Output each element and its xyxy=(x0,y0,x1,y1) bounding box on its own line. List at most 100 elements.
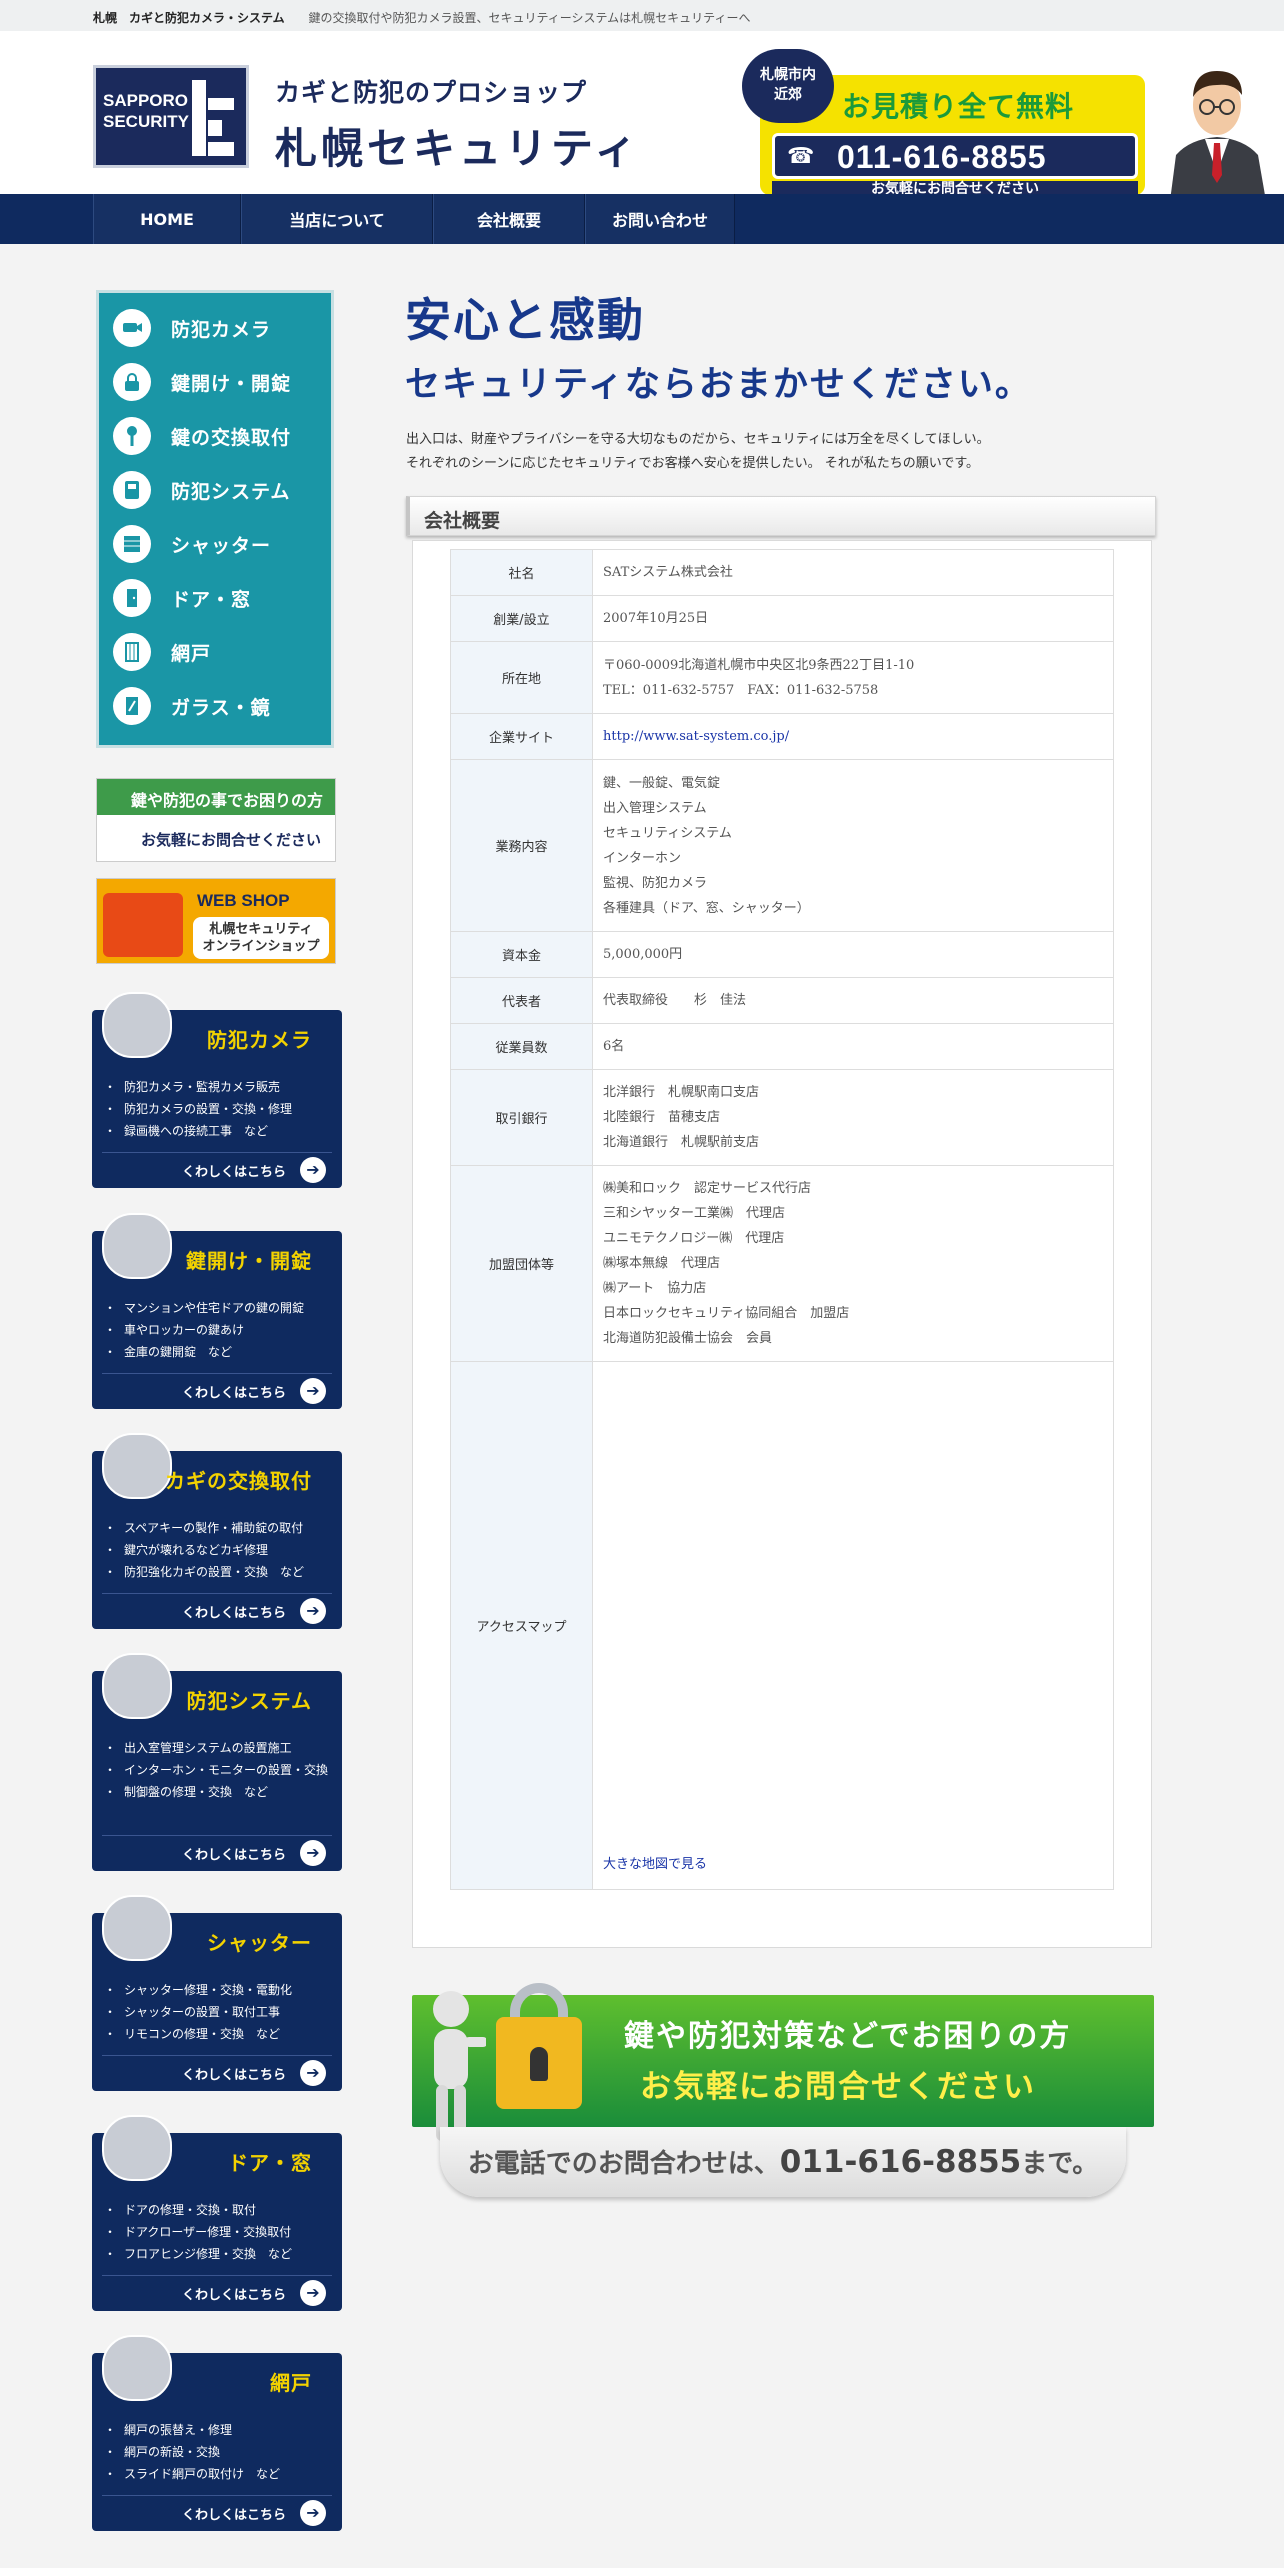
sidebar-item-unlock[interactable]: 鍵開け・開錠 xyxy=(99,355,331,409)
sidebar-item-shutter[interactable]: シャッター xyxy=(99,517,331,571)
list-item: 制御盤の修理・交換 など xyxy=(104,1781,332,1803)
keyhole-icon xyxy=(530,2047,548,2081)
sidebar-item-glass-mirror[interactable]: ガラス・鏡 xyxy=(99,679,331,733)
logo-mark xyxy=(192,80,234,156)
trouble-banner-title: 鍵や防犯の事でお困りの方 xyxy=(97,779,335,815)
contact-banner-line1: 鍵や防犯対策などでお困りの方 xyxy=(624,2019,1072,2054)
nav-home[interactable]: HOME xyxy=(93,194,241,244)
contact-banner[interactable]: 鍵や防犯対策などでお困りの方 お気軽にお問合せください お電話でのお問合わせは、… xyxy=(412,1983,1154,2210)
list-item: 鍵穴が壊れるなどカギ修理 xyxy=(104,1539,332,1561)
service-more-link[interactable]: くわしくはこちら ➔ xyxy=(102,1373,332,1404)
table-row: 所在地 〒060-0009北海道札幌市中央区北9条西22丁目1-10 TEL：0… xyxy=(450,641,1114,714)
shutter-icon xyxy=(113,525,151,563)
logo-text: SAPPORO SECURITY xyxy=(103,91,189,131)
header-phone-number: 011-616-8855 xyxy=(837,139,1047,175)
contact-phone-number: 011-616-8855 xyxy=(779,2144,1022,2180)
arrow-right-icon: ➔ xyxy=(300,2060,326,2086)
access-map[interactable]: 大きな地図で見る xyxy=(592,1361,1114,1890)
site-header: SAPPORO SECURITY カギと防犯のプロショップ 札幌セキュリティ 札… xyxy=(0,31,1284,201)
service-more-link[interactable]: くわしくはこちら ➔ xyxy=(102,1835,332,1866)
list-item: シャッターの設置・取付工事 xyxy=(104,2001,332,2023)
service-card-screen: 網戸 網戸の張替え・修理 網戸の新設・交換 スライド網戸の取付け など くわしく… xyxy=(92,2335,342,2531)
table-row: 企業サイト http://www.sat-system.co.jp/ xyxy=(450,713,1114,760)
phone-contact-bar[interactable]: お電話でのお問合わせは、011-616-8855まで。 xyxy=(440,2127,1126,2197)
table-row: 従業員数 6名 xyxy=(450,1023,1114,1070)
list-item: 金庫の鍵開錠 など xyxy=(104,1341,332,1363)
webshop-subtitle: 札幌セキュリティ オンラインショップ xyxy=(193,917,329,959)
service-more-link[interactable]: くわしくはこちら ➔ xyxy=(102,2495,332,2526)
company-table: 社名 SATシステム株式会社 創業/設立 2007年10月25日 所在地 〒06… xyxy=(450,549,1114,1890)
service-card-unlock: 鍵開け・開錠 マンションや住宅ドアの鍵の開錠 車やロッカーの鍵あけ 金庫の鍵開錠… xyxy=(92,1213,342,1409)
sidebar-item-camera[interactable]: 防犯カメラ xyxy=(99,301,331,355)
list-item: 網戸の張替え・修理 xyxy=(104,2419,332,2441)
list-item: シャッター修理・交換・電動化 xyxy=(104,1979,332,2001)
top-bar: 札幌 カギと防犯カメラ・システム 鍵の交換取付や防犯カメラ設置、セキュリティーシ… xyxy=(0,0,1284,31)
arrow-right-icon: ➔ xyxy=(300,1598,326,1624)
service-more-link[interactable]: くわしくはこちら ➔ xyxy=(102,2055,332,2086)
page-heading: 安心と感動 xyxy=(405,293,645,347)
company-site-link[interactable]: http://www.sat-system.co.jp/ xyxy=(603,729,789,744)
table-row: 加盟団体等 ㈱美和ロック 認定サービス代行店 三和シヤッター工業㈱ 代理店 ユニ… xyxy=(450,1165,1114,1362)
table-row: アクセスマップ 大きな地図で見る xyxy=(450,1361,1114,1890)
table-row: 取引銀行 北洋銀行 札幌駅南口支店 北陸銀行 苗穂支店 北海道銀行 札幌駅前支店 xyxy=(450,1069,1114,1166)
list-item: フロアヒンジ修理・交換 など xyxy=(104,2243,332,2265)
nav-company[interactable]: 会社概要 xyxy=(433,194,585,244)
page-subheading: セキュリティならおまかせください。 xyxy=(405,365,1032,405)
arrow-right-icon: ➔ xyxy=(300,2500,326,2526)
site-logo[interactable]: SAPPORO SECURITY xyxy=(93,65,249,168)
list-item: ドアクローザー修理・交換取付 xyxy=(104,2221,332,2243)
table-row: 社名 SATシステム株式会社 xyxy=(450,549,1114,596)
webshop-banner[interactable]: WEB SHOP 札幌セキュリティ オンラインショップ xyxy=(96,878,336,964)
large-map-link[interactable]: 大きな地図で見る xyxy=(603,1852,707,1877)
arrow-right-icon: ➔ xyxy=(300,1378,326,1404)
screen-icon xyxy=(113,633,151,671)
staff-illustration xyxy=(1170,71,1266,201)
header-tagline: カギと防犯のプロショップ xyxy=(275,78,588,107)
contact-banner-line2: お気軽にお問合せください xyxy=(640,2069,1036,2105)
service-more-link[interactable]: くわしくはこちら ➔ xyxy=(102,1593,332,1624)
sidebar-item-security-system[interactable]: 防犯システム xyxy=(99,463,331,517)
service-card-door-window: ドア・窓 ドアの修理・交換・取付 ドアクローザー修理・交換取付 フロアヒンジ修理… xyxy=(92,2115,342,2311)
estimate-banner[interactable]: 札幌市内 近郊 お見積り全て無料 ☎ 011-616-8855 お気軽にお問合せ… xyxy=(742,41,1277,201)
nav-about[interactable]: 当店について xyxy=(241,194,433,244)
glass-icon xyxy=(113,687,151,725)
nav-contact[interactable]: お問い合わせ xyxy=(585,194,735,244)
service-card-key-exchange: カギの交換取付 スペアキーの製作・補助錠の取付 鍵穴が壊れるなどカギ修理 防犯強… xyxy=(92,1433,342,1629)
list-item: マンションや住宅ドアの鍵の開錠 xyxy=(104,1297,332,1319)
table-row: 業務内容 鍵、一般錠、電気錠 出入管理システム セキュリティシステム インターホ… xyxy=(450,759,1114,932)
list-item: 出入室管理システムの設置施工 xyxy=(104,1737,332,1759)
sidebar-item-door-window[interactable]: ドア・窓 xyxy=(99,571,331,625)
header-phone-box[interactable]: ☎ 011-616-8855 xyxy=(772,133,1138,179)
service-card-camera: 防犯カメラ 防犯カメラ・監視カメラ販売 防犯カメラの設置・交換・修理 録画機への… xyxy=(92,992,342,1188)
arrow-right-icon: ➔ xyxy=(300,2280,326,2306)
list-item: スライド網戸の取付け など xyxy=(104,2463,332,2485)
list-item: 防犯強化カギの設置・交換 など xyxy=(104,1561,332,1583)
intro-text: 出入口は、財産やプライバシーを守る大切なものだから、セキュリティには万全を尽くし… xyxy=(406,432,990,471)
section-heading: 会社概要 xyxy=(406,496,1156,536)
service-more-link[interactable]: くわしくはこちら ➔ xyxy=(102,2275,332,2306)
arrow-right-icon: ➔ xyxy=(300,1840,326,1866)
trouble-banner-text: お気軽にお問合せください xyxy=(141,831,322,849)
service-card-security-system: 防犯システム 出入室管理システムの設置施工 インターホン・モニターの設置・交換 … xyxy=(92,1653,342,1871)
shop-name: 札幌セキュリティ xyxy=(275,124,641,173)
lock-icon xyxy=(113,363,151,401)
person-figure-icon xyxy=(433,1991,486,2141)
service-area-badge: 札幌市内 近郊 xyxy=(742,49,834,123)
list-item: ドアの修理・交換・取付 xyxy=(104,2199,332,2221)
list-item: スペアキーの製作・補助錠の取付 xyxy=(104,1517,332,1539)
service-more-link[interactable]: くわしくはこちら ➔ xyxy=(102,1152,332,1183)
key-icon xyxy=(113,417,151,455)
basket-icon xyxy=(103,893,183,957)
list-item: インターホン・モニターの設置・交換 xyxy=(104,1759,332,1781)
list-item: 網戸の新設・交換 xyxy=(104,2441,332,2463)
topbar-brand: 札幌 カギと防犯カメラ・システム xyxy=(93,11,285,25)
list-item: 防犯カメラの設置・交換・修理 xyxy=(104,1098,332,1120)
list-item: 防犯カメラ・監視カメラ販売 xyxy=(104,1076,332,1098)
sidebar-item-screen[interactable]: 網戸 xyxy=(99,625,331,679)
list-item: 録画機への接続工事 など xyxy=(104,1120,332,1142)
trouble-banner[interactable]: 鍵や防犯の事でお困りの方 お気軽にお問合せください xyxy=(96,778,336,862)
list-item: 車やロッカーの鍵あけ xyxy=(104,1319,332,1341)
sidebar-item-key-exchange[interactable]: 鍵の交換取付 xyxy=(99,409,331,463)
topbar-description: 鍵の交換取付や防犯カメラ設置、セキュリティーシステムは札幌セキュリティーへ xyxy=(308,11,751,25)
phone-icon: ☎ xyxy=(787,144,815,169)
